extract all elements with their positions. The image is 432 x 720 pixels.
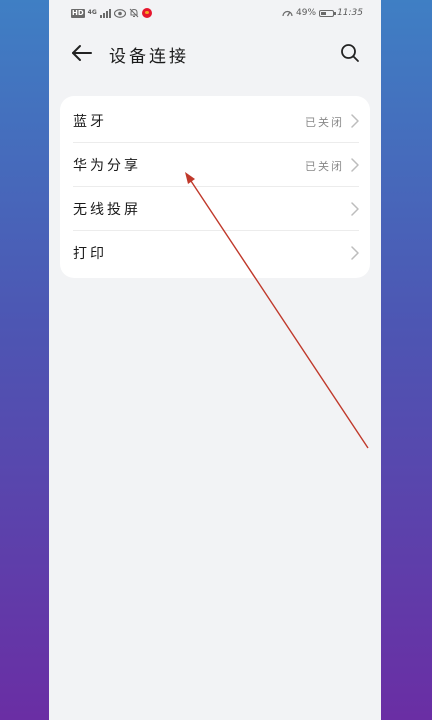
chevron-right-icon xyxy=(351,246,359,260)
chevron-right-icon xyxy=(351,202,359,216)
eye-icon xyxy=(113,8,126,18)
back-button[interactable] xyxy=(69,40,95,66)
status-left: HD 4G xyxy=(71,8,152,18)
app-header: 设备连接 xyxy=(49,30,381,76)
page-title: 设备连接 xyxy=(109,47,189,67)
phone-screen: HD 4G 49% 11:35 设备连接 蓝牙 已关闭 华为分享 已关闭 无线投… xyxy=(49,0,381,720)
setting-label: 无线投屏 xyxy=(73,202,141,218)
status-right: 49% 11:35 xyxy=(282,8,363,18)
search-icon xyxy=(341,44,359,62)
bell-off-icon xyxy=(129,8,139,18)
network-type: 4G xyxy=(87,9,97,16)
setting-status: 已关闭 xyxy=(305,160,344,173)
setting-label: 蓝牙 xyxy=(73,114,107,130)
chevron-right-icon xyxy=(351,114,359,128)
setting-row-bluetooth[interactable]: 蓝牙 已关闭 xyxy=(60,99,370,143)
chevron-right-icon xyxy=(351,158,359,172)
setting-label: 打印 xyxy=(73,246,107,262)
arrow-left-icon xyxy=(72,45,92,61)
battery-percent: 49% xyxy=(296,8,317,18)
clock: 11:35 xyxy=(337,8,363,18)
setting-status: 已关闭 xyxy=(305,116,344,129)
setting-row-huawei-share[interactable]: 华为分享 已关闭 xyxy=(60,143,370,187)
speed-icon xyxy=(282,10,293,17)
signal-icon xyxy=(99,8,111,18)
hd-badge: HD xyxy=(71,8,85,18)
settings-card: 蓝牙 已关闭 华为分享 已关闭 无线投屏 打印 xyxy=(60,96,370,278)
weibo-icon xyxy=(141,8,152,18)
battery-icon xyxy=(319,9,337,17)
setting-label: 华为分享 xyxy=(73,158,141,174)
setting-row-wireless-projection[interactable]: 无线投屏 xyxy=(60,187,370,231)
setting-row-print[interactable]: 打印 xyxy=(60,231,370,275)
battery-fill xyxy=(321,11,327,15)
search-button[interactable] xyxy=(337,40,363,66)
status-bar: HD 4G 49% 11:35 xyxy=(49,0,381,26)
